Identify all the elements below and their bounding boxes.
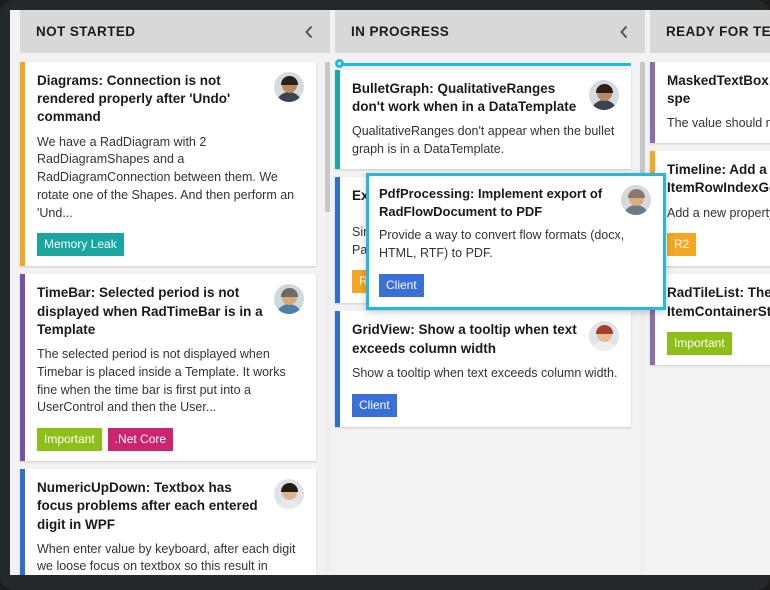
card-header: MaskedTextBox: In displayed with spe [667, 72, 770, 108]
column-ready-for-test: READY FOR TES MaskedTextBox: In displayed… [650, 10, 770, 575]
avatar-hair [595, 325, 613, 335]
window-frame: NOT STARTED Diagrams: Connection is not r… [0, 0, 770, 590]
card-title: TimeBar: Selected period is not displaye… [37, 285, 263, 337]
card[interactable]: NumericUpDown: Textbox has focus problem… [20, 469, 316, 575]
card-header: PdfProcessing: Implement export of RadFl… [379, 185, 651, 220]
column-collapse-chevron-left-icon[interactable] [615, 23, 633, 41]
card-title: RadTileList: The co ItemContainerStyl [667, 285, 770, 319]
card-tag-list: Client [352, 393, 619, 417]
column-scrollbar[interactable] [640, 62, 645, 571]
card-title: BulletGraph: QualitativeRanges don't wor… [352, 81, 577, 115]
card-description: We have a RadDiagram with 2 RadDiagramSh… [37, 134, 295, 220]
tag-important[interactable]: Important [37, 428, 102, 452]
avatar [274, 479, 304, 510]
avatar-hair [280, 288, 298, 298]
column-title: READY FOR TES [666, 24, 770, 39]
card-header: Diagrams: Connection is not rendered pro… [37, 72, 304, 127]
card-title: MaskedTextBox: In displayed with spe [667, 73, 770, 107]
tag-memory-leak[interactable]: Memory Leak [37, 233, 124, 257]
card[interactable]: MaskedTextBox: In displayed with spe The … [650, 62, 770, 144]
card-description: The value should no [667, 116, 770, 131]
tag-client[interactable]: Client [352, 393, 397, 417]
avatar-body [276, 304, 302, 315]
card-tag-list: Memory Leak [37, 233, 304, 257]
tag-net-core[interactable]: .Net Core [107, 428, 174, 452]
card-tag-list: Important [667, 331, 770, 355]
column-cards-ready-for-test: MaskedTextBox: In displayed with spe The … [650, 53, 770, 575]
avatar-body [276, 92, 302, 102]
column-header-ready-for-test: READY FOR TES [650, 10, 770, 53]
drop-indicator [335, 59, 631, 68]
avatar-body [591, 341, 617, 352]
column-title: NOT STARTED [36, 24, 136, 39]
column-cards-not-started: Diagrams: Connection is not rendered pro… [20, 53, 330, 575]
card-tag-list: R2 [667, 233, 770, 257]
card-header: TimeBar: Selected period is not displaye… [37, 284, 304, 339]
avatar [589, 80, 619, 110]
card-tag-list: Client [379, 273, 651, 297]
avatar-hair [280, 76, 298, 85]
card-title: Diagrams: Connection is not rendered pro… [37, 73, 231, 125]
avatar-body [276, 499, 302, 510]
card-tag-list: Important .Net Core [37, 428, 304, 452]
avatar-hair [280, 483, 298, 493]
column-header-in-progress: IN PROGRESS [335, 10, 645, 53]
avatar [621, 185, 651, 215]
dragged-card[interactable]: PdfProcessing: Implement export of RadFl… [366, 173, 666, 310]
column-scrollbar-thumb[interactable] [325, 62, 330, 212]
column-title: IN PROGRESS [351, 24, 450, 39]
card[interactable]: GridView: Show a tooltip when text excee… [335, 311, 631, 427]
card-title: NumericUpDown: Textbox has focus problem… [37, 480, 258, 532]
card[interactable]: BulletGraph: QualitativeRanges don't wor… [335, 70, 631, 169]
avatar-hair [627, 189, 645, 198]
card-title: PdfProcessing: Implement export of RadFl… [379, 186, 603, 219]
avatar [274, 284, 304, 315]
card-header: BulletGraph: QualitativeRanges don't wor… [352, 80, 619, 116]
drop-indicator-line [339, 63, 631, 66]
column-header-not-started: NOT STARTED [20, 10, 330, 53]
card-title: GridView: Show a tooltip when text excee… [352, 322, 577, 356]
column-scrollbar[interactable] [325, 62, 330, 571]
kanban-board: NOT STARTED Diagrams: Connection is not r… [10, 10, 770, 575]
tag-r2[interactable]: R2 [667, 233, 697, 257]
card[interactable]: TimeBar: Selected period is not displaye… [20, 274, 316, 462]
card-header: GridView: Show a tooltip when text excee… [352, 321, 619, 357]
card-description: Show a tooltip when text exceeds column … [352, 365, 618, 380]
column-cards-in-progress: BulletGraph: QualitativeRanges don't wor… [335, 53, 645, 575]
card-description: The selected period is not displayed whe… [37, 347, 286, 415]
card[interactable]: Diagrams: Connection is not rendered pro… [20, 62, 316, 267]
column-collapse-chevron-left-icon[interactable] [300, 23, 318, 41]
drop-indicator-dot [335, 59, 344, 68]
tag-client[interactable]: Client [379, 273, 424, 297]
avatar-body [591, 100, 617, 110]
avatar-body [623, 205, 649, 215]
avatar [589, 321, 619, 352]
card-header: NumericUpDown: Textbox has focus problem… [37, 479, 304, 534]
avatar-hair [595, 84, 613, 93]
card-header: Timeline: Add a ne ItemRowIndexGen [667, 161, 770, 197]
card-description: QualitativeRanges don't appear when the … [352, 124, 615, 157]
card-description: When enter value by keyboard, after each… [37, 541, 296, 574]
card-description: Add a new property allows putting custo … [667, 205, 770, 220]
card-header: RadTileList: The co ItemContainerStyl [667, 284, 770, 320]
card-title: Timeline: Add a ne ItemRowIndexGen [667, 162, 770, 196]
column-not-started: NOT STARTED Diagrams: Connection is not r… [20, 10, 330, 575]
card[interactable]: RadTileList: The co ItemContainerStyl Imp… [650, 274, 770, 365]
tag-important[interactable]: Important [667, 331, 732, 355]
card[interactable]: Timeline: Add a ne ItemRowIndexGen Add a … [650, 151, 770, 267]
card-description: Provide a way to convert flow formats (d… [379, 228, 625, 260]
avatar [274, 72, 304, 102]
